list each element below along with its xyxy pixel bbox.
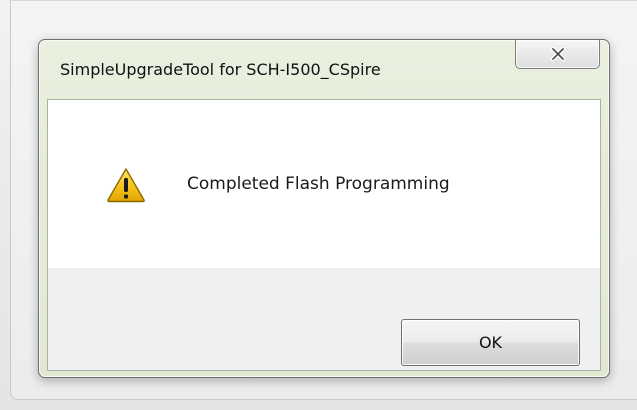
message-text: Completed Flash Programming [187, 174, 450, 194]
close-button[interactable] [515, 40, 600, 69]
message-dialog: SimpleUpgradeTool for SCH-I500_CSpire Co… [38, 39, 610, 378]
message-area: Completed Flash Programming [48, 100, 600, 268]
ok-button[interactable]: OK [401, 319, 580, 366]
button-area: OK [48, 268, 600, 370]
dialog-content: Completed Flash Programming OK [47, 99, 601, 371]
window-title: SimpleUpgradeTool for SCH-I500_CSpire [60, 60, 381, 79]
warning-icon [107, 168, 145, 203]
title-bar[interactable]: SimpleUpgradeTool for SCH-I500_CSpire [39, 40, 609, 98]
close-icon [550, 47, 565, 61]
